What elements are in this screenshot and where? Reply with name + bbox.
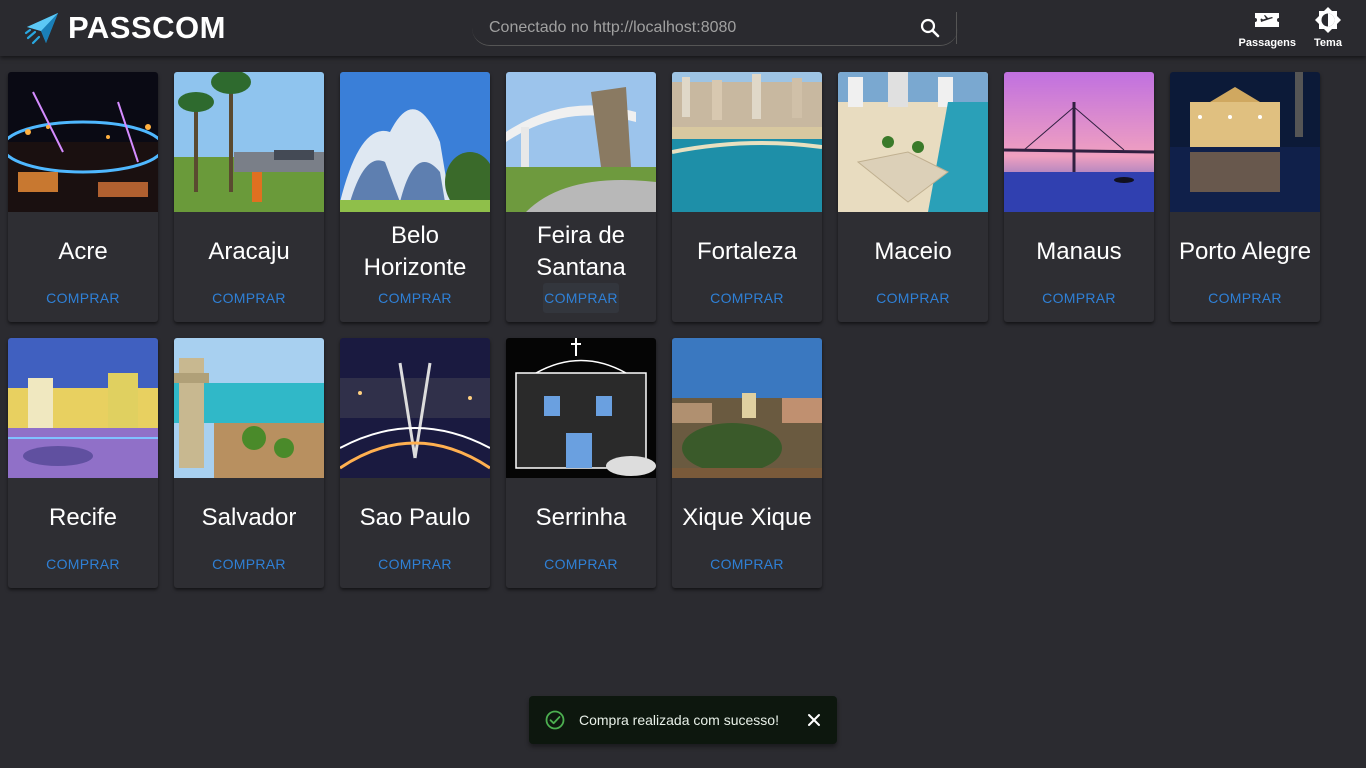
tema-button[interactable]: Tema (1314, 6, 1342, 49)
app-bar: PASSCOM Passagens Tema (0, 0, 1366, 56)
comprar-button[interactable]: COMPRAR (45, 549, 121, 579)
passagens-label: Passagens (1238, 37, 1296, 49)
city-card: Recife COMPRAR (8, 338, 158, 588)
city-name: Sao Paulo (359, 504, 471, 531)
city-image (8, 72, 158, 212)
city-image (672, 72, 822, 212)
comprar-button[interactable]: COMPRAR (709, 549, 785, 579)
ticket-icon (1255, 13, 1280, 27)
city-card: Feira de Santana COMPRAR (506, 72, 656, 322)
comprar-button[interactable]: COMPRAR (377, 283, 453, 313)
city-name: Acre (58, 238, 108, 265)
city-image (672, 338, 822, 478)
city-name: Recife (48, 504, 118, 531)
city-name: Feira de Santana (536, 222, 626, 281)
paper-plane-icon (24, 13, 58, 45)
close-icon[interactable] (805, 711, 823, 729)
snackbar-message: Compra realizada com sucesso! (579, 712, 779, 728)
search-icon[interactable] (918, 16, 942, 40)
city-card: Xique Xique COMPRAR (672, 338, 822, 588)
comprar-button[interactable]: COMPRAR (1207, 283, 1283, 313)
comprar-button[interactable]: COMPRAR (543, 549, 619, 579)
city-image (340, 338, 490, 478)
tema-label: Tema (1314, 37, 1342, 49)
brightness-icon (1315, 7, 1341, 33)
city-card: Maceio COMPRAR (838, 72, 988, 322)
city-name: Porto Alegre (1178, 238, 1312, 265)
city-card: Fortaleza COMPRAR (672, 72, 822, 322)
city-image (1170, 72, 1320, 212)
city-card: Salvador COMPRAR (174, 338, 324, 588)
comprar-button[interactable]: COMPRAR (45, 283, 121, 313)
check-circle-icon (545, 710, 565, 730)
city-image (838, 72, 988, 212)
city-card: Manaus COMPRAR (1004, 72, 1154, 322)
city-name: Fortaleza (696, 238, 798, 265)
city-image (506, 338, 656, 478)
comprar-button[interactable]: COMPRAR (875, 283, 951, 313)
city-card: Acre COMPRAR (8, 72, 158, 322)
city-name: Xique Xique (682, 504, 812, 531)
comprar-button[interactable]: COMPRAR (709, 283, 785, 313)
city-image (8, 338, 158, 478)
city-image (340, 72, 490, 212)
success-snackbar: Compra realizada com sucesso! (529, 696, 837, 744)
city-image (174, 72, 324, 212)
city-card: Porto Alegre COMPRAR (1170, 72, 1320, 322)
city-image (506, 72, 656, 212)
city-name: Aracaju (208, 238, 290, 265)
city-image (1004, 72, 1154, 212)
header-actions: Passagens Tema (1221, 6, 1342, 49)
city-name: Manaus (1036, 238, 1122, 265)
comprar-button[interactable]: COMPRAR (543, 283, 619, 313)
city-image (174, 338, 324, 478)
comprar-button[interactable]: COMPRAR (1041, 283, 1117, 313)
passagens-button[interactable]: Passagens (1239, 6, 1296, 49)
city-card: Belo Horizonte COMPRAR (340, 72, 490, 322)
search-divider (956, 12, 957, 44)
city-name: Salvador (201, 504, 297, 531)
city-name: Maceio (874, 238, 952, 265)
city-name: Belo Horizonte (363, 222, 467, 281)
search-input[interactable] (489, 18, 909, 37)
comprar-button[interactable]: COMPRAR (377, 549, 453, 579)
city-card: Sao Paulo COMPRAR (340, 338, 490, 588)
city-card: Serrinha COMPRAR (506, 338, 656, 588)
brand-name: PASSCOM (68, 10, 226, 45)
comprar-button[interactable]: COMPRAR (211, 549, 287, 579)
city-card: Aracaju COMPRAR (174, 72, 324, 322)
city-name: Serrinha (535, 504, 627, 531)
comprar-button[interactable]: COMPRAR (211, 283, 287, 313)
search-bar (472, 10, 958, 46)
brand-logo[interactable]: PASSCOM (24, 10, 226, 46)
